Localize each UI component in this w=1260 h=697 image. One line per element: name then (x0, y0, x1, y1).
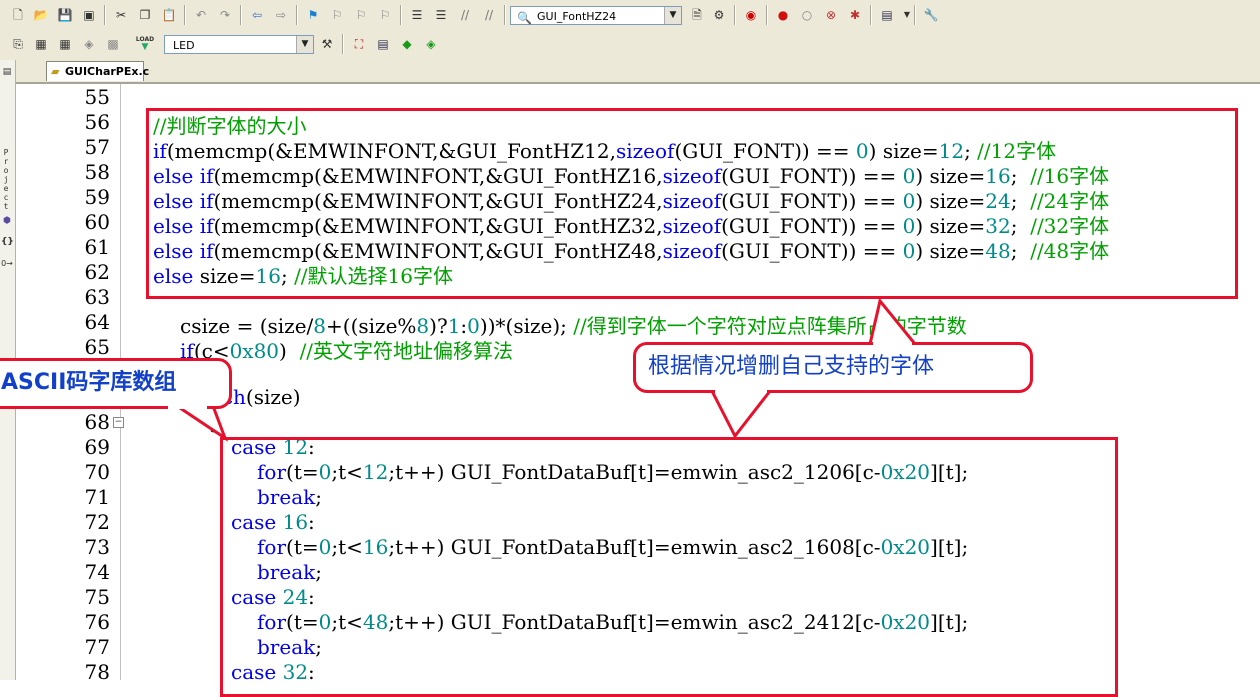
callout-add-remove-fonts-text: 根据情况增删自己支持的字体 (648, 354, 935, 379)
callout-pointers (160, 297, 919, 442)
right-callout-pointer (868, 297, 919, 346)
callout-add-remove-fonts: 根据情况增删自己支持的字体 (633, 342, 1033, 393)
right-callout-pointer-lower (709, 389, 774, 439)
callout-ascii-array-text: ASCII码字库数组 (1, 370, 177, 395)
callout-ascii-array: ASCII码字库数组 (0, 358, 232, 409)
